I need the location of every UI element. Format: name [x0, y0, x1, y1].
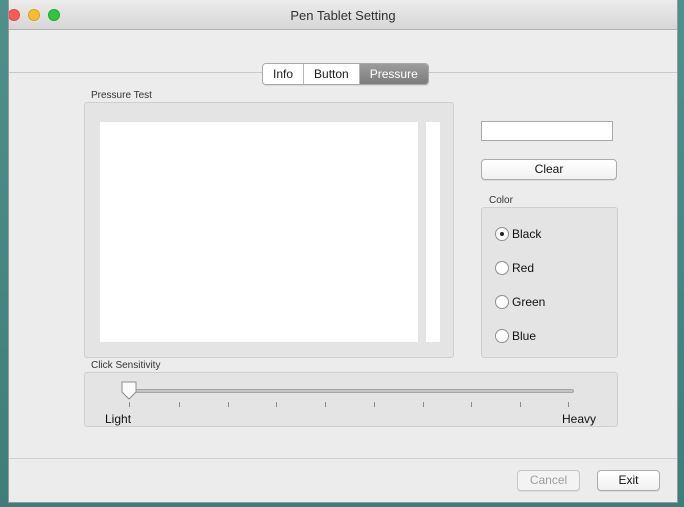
color-option-label: Black	[512, 227, 542, 241]
pen-tablet-setting-window: Pen Tablet Setting Info Button Pressure …	[8, 0, 678, 503]
pressure-test-panel	[84, 102, 454, 358]
slider-tick	[423, 402, 424, 407]
pressure-value-field[interactable]	[481, 121, 613, 141]
color-option-label: Red	[512, 261, 535, 275]
pressure-drawing-canvas[interactable]	[100, 122, 418, 342]
slider-tick	[520, 402, 521, 407]
color-option-label: Blue	[512, 329, 537, 343]
radio-icon[interactable]	[495, 329, 509, 343]
slider-tick	[374, 402, 375, 407]
slider-tick	[129, 402, 130, 407]
sensitivity-slider-track[interactable]	[129, 389, 574, 393]
footer-divider	[9, 458, 677, 459]
tab-bar: Info Button Pressure	[262, 63, 429, 85]
radio-icon[interactable]	[495, 261, 509, 275]
slider-tick	[325, 402, 326, 407]
color-option-red[interactable]: Red	[495, 261, 534, 275]
sensitivity-slider-thumb[interactable]	[120, 381, 138, 400]
tab-info[interactable]: Info	[263, 64, 305, 84]
window-title: Pen Tablet Setting	[290, 8, 396, 23]
clear-button[interactable]: Clear	[481, 159, 617, 180]
cancel-button[interactable]: Cancel	[517, 470, 580, 491]
color-option-green[interactable]: Green	[495, 295, 545, 309]
slider-tick	[179, 402, 180, 407]
slider-tick	[568, 402, 569, 407]
pressure-level-bar	[426, 122, 440, 342]
slider-tick	[228, 402, 229, 407]
color-option-label: Green	[512, 295, 546, 309]
tab-button[interactable]: Button	[304, 64, 360, 84]
exit-button[interactable]: Exit	[597, 470, 660, 491]
radio-icon[interactable]	[495, 295, 509, 309]
sensitivity-max-label: Heavy	[562, 412, 597, 426]
color-option-black[interactable]: Black	[495, 227, 541, 241]
radio-selected-icon[interactable]	[495, 227, 509, 241]
pressure-test-label: Pressure Test	[91, 90, 152, 101]
title-bar: Pen Tablet Setting	[9, 0, 677, 30]
slider-tick	[276, 402, 277, 407]
click-sensitivity-panel	[84, 372, 618, 427]
tab-pressure[interactable]: Pressure	[359, 64, 428, 84]
sensitivity-min-label: Light	[105, 412, 132, 426]
color-label: Color	[489, 195, 513, 206]
slider-tick	[471, 402, 472, 407]
click-sensitivity-label: Click Sensitivity	[91, 360, 161, 371]
color-option-blue[interactable]: Blue	[495, 329, 536, 343]
